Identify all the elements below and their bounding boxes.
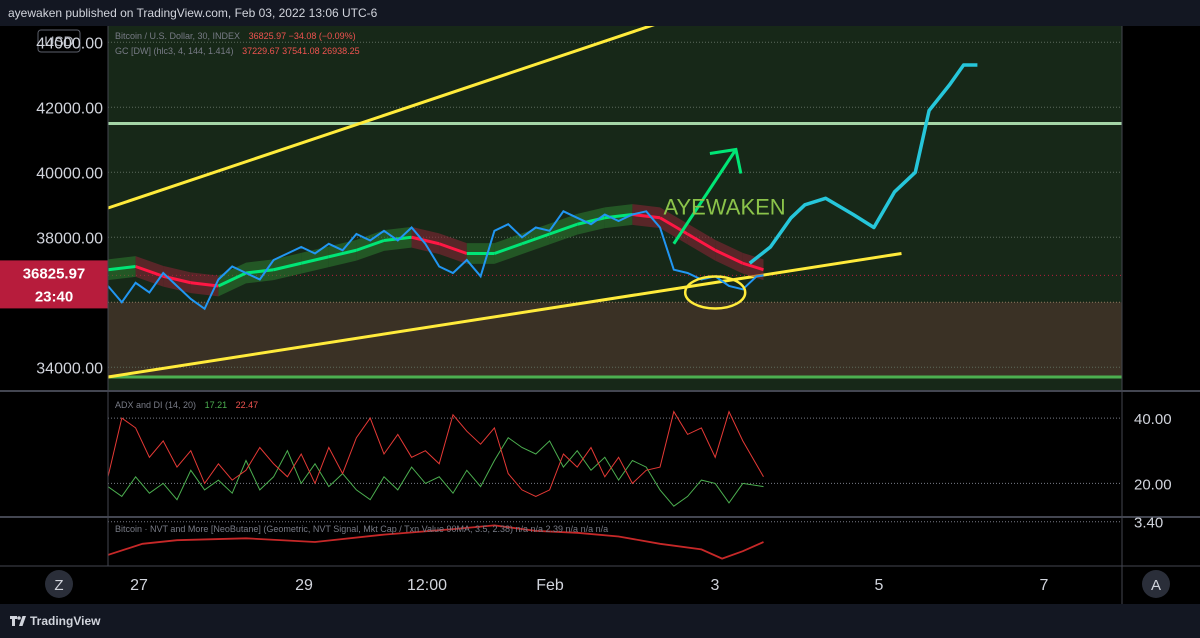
adx-label: ADX and DI (14, 20) (115, 400, 196, 410)
time-tick-label: 7 (1040, 577, 1049, 594)
adx-minus-value: 22.47 (236, 400, 259, 410)
price-tick-label: 38000.00 (36, 230, 103, 247)
time-tick-labels: 27 29 12:00 Feb 3 5 7 (130, 577, 1048, 594)
price-tick-label: 40000.00 (36, 165, 103, 182)
time-tick-label: 29 (295, 577, 313, 594)
time-tick-label: 12:00 (407, 577, 447, 594)
gc-text: GC [DW] (hlc3, 4, 144, 1.414) (115, 46, 234, 56)
time-tick-label: Feb (536, 577, 564, 594)
adx-legend: ADX and DI (14, 20) 17.21 22.47 (115, 400, 258, 410)
bar-countdown: 23:40 (35, 288, 73, 305)
nvt-pane[interactable]: Bitcoin · NVT and More [NeoButane] (Geom… (108, 515, 1163, 560)
chart-area[interactable]: AYEWAKEN USD Bitcoin / U.S. Dollar, 30, … (0, 26, 1200, 604)
tradingview-brand: TradingView (30, 614, 101, 628)
last-price-value: 36825.97 (23, 265, 86, 282)
publish-text: ayewaken published on TradingView.com, F… (8, 6, 378, 20)
symbol-values: 36825.97 −34.08 (−0.09%) (249, 31, 356, 41)
gc-values: 37229.67 37541.08 26938.25 (242, 46, 360, 56)
footer-bar: TradingView (0, 604, 1200, 638)
support-zone (108, 302, 1122, 377)
adx-plus-value: 17.21 (205, 400, 228, 410)
time-tick-label: 5 (875, 577, 884, 594)
symbol-text: Bitcoin / U.S. Dollar, 30, INDEX (115, 31, 240, 41)
tradingview-logo-icon (10, 616, 26, 626)
auto-scale-button-label: A (1151, 577, 1161, 594)
author-watermark: AYEWAKEN (663, 195, 785, 220)
nvt-tick-label: 3.40 (1134, 515, 1163, 532)
price-tick-label: 42000.00 (36, 100, 103, 117)
main-price-pane[interactable]: AYEWAKEN USD Bitcoin / U.S. Dollar, 30, … (0, 26, 1122, 390)
price-tick-label: 44000.00 (36, 35, 103, 52)
zoom-button-label: Z (54, 577, 63, 594)
time-axis[interactable]: Z A 27 29 12:00 Feb 3 5 7 (45, 570, 1170, 598)
publish-header: ayewaken published on TradingView.com, F… (0, 0, 1200, 27)
adx-pane[interactable]: ADX and DI (14, 20) 17.21 22.47 40.00 20.… (108, 400, 1172, 507)
adx-tick-label: 40.00 (1134, 411, 1172, 428)
time-tick-label: 27 (130, 577, 148, 594)
price-tick-label: 34000.00 (36, 360, 103, 377)
nvt-legend: Bitcoin · NVT and More [NeoButane] (Geom… (115, 524, 608, 534)
time-tick-label: 3 (711, 577, 720, 594)
adx-tick-label: 20.00 (1134, 476, 1172, 493)
symbol-legend: Bitcoin / U.S. Dollar, 30, INDEX 36825.9… (115, 31, 356, 41)
